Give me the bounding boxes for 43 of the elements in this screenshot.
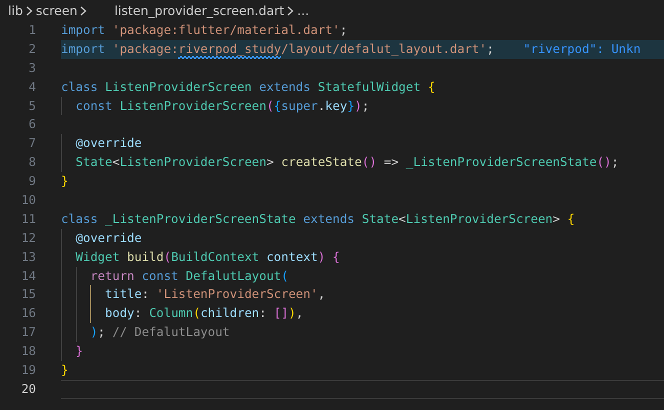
breadcrumb-item[interactable]: screen [36, 3, 78, 18]
line-number: 13 [20, 248, 36, 266]
line-number: 5 [28, 98, 36, 115]
line-number: 16 [20, 305, 36, 322]
code-line: @override [61, 230, 142, 247]
code-line: } [61, 343, 84, 360]
code-line: class ListenProviderScreen extends StatefulWidget { [61, 78, 436, 96]
line-number: 4 [28, 78, 36, 96]
line-number: 1 [28, 22, 36, 39]
code-line: import 'package:riverpod_study/layout/defalut_layout.dart'; "riverpod": Unkn [61, 40, 641, 58]
line-number: 6 [28, 116, 36, 134]
code-line: } [61, 173, 68, 190]
line-number: 12 [20, 230, 36, 247]
code-line: Widget build(BuildContext context) { [61, 248, 340, 266]
line-number: 14 [20, 268, 36, 285]
breadcrumb-item[interactable]: listen_provider_screen.dart [114, 3, 284, 18]
code-line: const ListenProviderScreen({super.key}); [61, 98, 370, 114]
code-line: ); // DefalutLayout [61, 324, 230, 342]
line-number: 17 [20, 324, 36, 342]
line-number: 10 [20, 192, 36, 210]
line-number: 9 [28, 173, 36, 190]
code-line: import 'package:flutter/material.dart'; [61, 22, 348, 39]
breadcrumb-item[interactable]: lib [8, 3, 23, 18]
code-line: } [61, 362, 68, 379]
line-number: 15 [20, 286, 36, 304]
line-number: 11 [20, 210, 36, 228]
chevron-right-icon [80, 6, 88, 16]
line-number: 19 [20, 362, 36, 380]
code-line: class _ListenProviderScreenState extends State<ListenProviderScreen> { [61, 210, 575, 228]
code-line: return const DefalutLayout( [61, 268, 288, 284]
line-number: 7 [28, 135, 36, 152]
chevron-right-icon [26, 6, 33, 16]
code-line: @override [61, 135, 142, 152]
code-line: title: 'ListenProviderScreen', [61, 286, 326, 304]
line-number: 20 [20, 380, 36, 398]
line-number: 3 [28, 60, 36, 77]
breadcrumb-item[interactable]: ... [297, 3, 310, 18]
line-number: 8 [28, 154, 36, 172]
chevron-right-icon [287, 6, 294, 16]
code-line: State<ListenProviderScreen> createState() => _ListenProviderScreenState(); [61, 154, 619, 172]
line-number: 2 [28, 40, 36, 58]
code-line: body: Column(children: []), [61, 305, 304, 322]
line-number: 18 [20, 343, 36, 360]
